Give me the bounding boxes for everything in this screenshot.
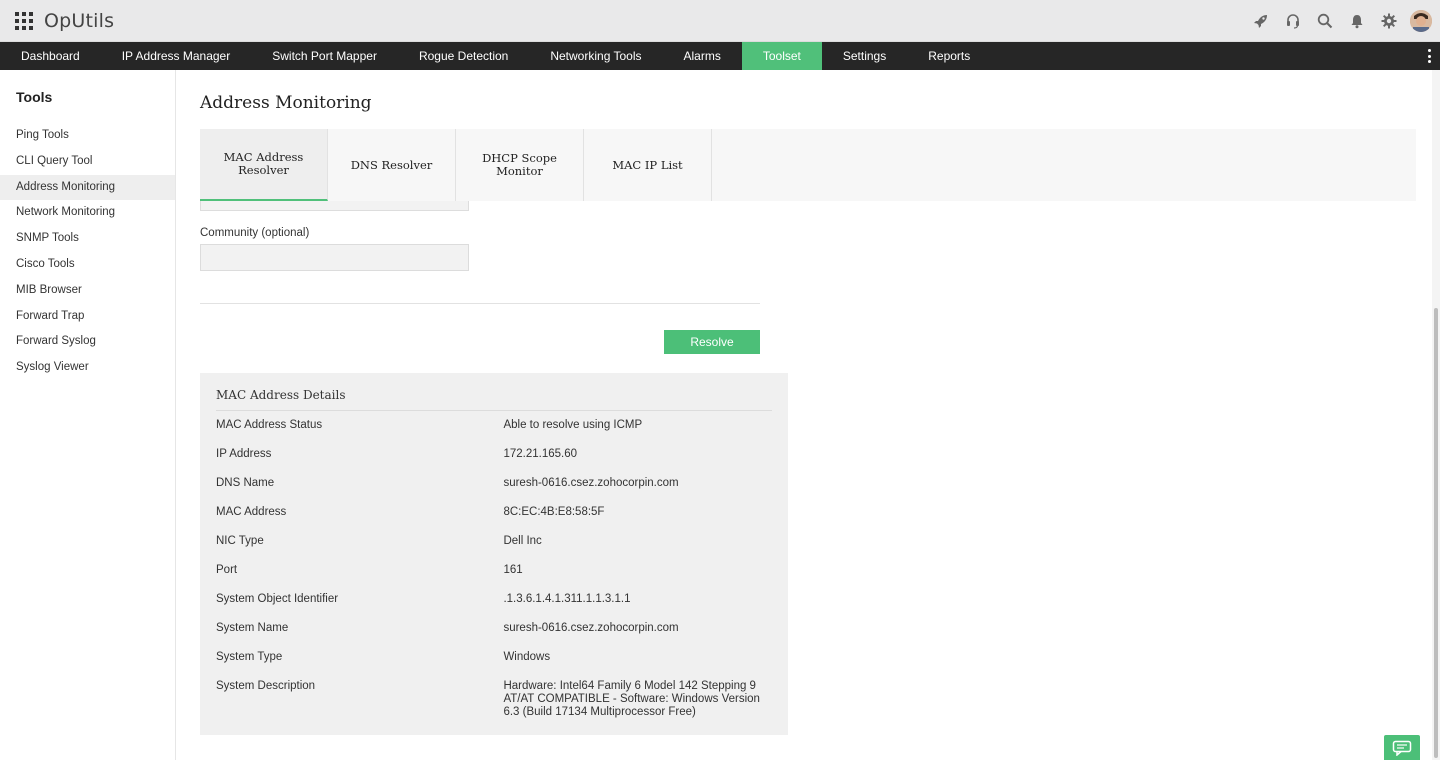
details-divider	[216, 410, 772, 411]
nav-rogue-detection[interactable]: Rogue Detection	[398, 42, 529, 70]
detail-value: Dell Inc	[503, 535, 542, 547]
sidebar-item-mib-browser[interactable]: MIB Browser	[0, 278, 175, 304]
detail-key: System Name	[216, 622, 289, 634]
app-title: OpUtils	[44, 9, 115, 32]
more-menu-icon[interactable]	[1428, 49, 1432, 63]
main-nav: Dashboard IP Address Manager Switch Port…	[0, 42, 1440, 70]
detail-value: 172.21.165.60	[503, 448, 577, 460]
avatar[interactable]	[1410, 10, 1432, 32]
tab-mac-address-resolver[interactable]: MAC Address Resolver	[200, 129, 328, 201]
nav-switch-port-mapper[interactable]: Switch Port Mapper	[251, 42, 398, 70]
detail-value: Windows	[503, 651, 551, 663]
detail-key: MAC Address Status	[216, 419, 323, 431]
detail-row: System Object Identifier .1.3.6.1.4.1.31…	[216, 593, 772, 606]
bell-icon[interactable]	[1348, 12, 1366, 30]
sidebar-item-cli-query-tool[interactable]: CLI Query Tool	[0, 149, 175, 175]
tab-dhcp-scope-monitor[interactable]: DHCP Scope Monitor	[456, 129, 584, 201]
tab-mac-ip-list[interactable]: MAC IP List	[584, 129, 712, 201]
sidebar-item-syslog-viewer[interactable]: Syslog Viewer	[0, 355, 175, 381]
sidebar-item-address-monitoring[interactable]: Address Monitoring	[0, 174, 175, 201]
gear-icon[interactable]	[1380, 12, 1398, 30]
detail-row: System Name suresh-0616.csez.zohocorpin.…	[216, 622, 772, 635]
detail-value: .1.3.6.1.4.1.311.1.1.3.1.1	[503, 593, 631, 605]
resolve-button[interactable]: Resolve	[664, 330, 760, 354]
detail-value: Hardware: Intel64 Family 6 Model 142 Ste…	[503, 680, 760, 718]
detail-row: DNS Name suresh-0616.csez.zohocorpin.com	[216, 477, 772, 490]
sidebar-item-forward-trap[interactable]: Forward Trap	[0, 304, 175, 330]
sidebar-list: Ping Tools CLI Query Tool Address Monito…	[0, 123, 175, 381]
detail-key: DNS Name	[216, 477, 275, 489]
detail-value: suresh-0616.csez.zohocorpin.com	[503, 477, 679, 489]
detail-row: MAC Address Status Able to resolve using…	[216, 419, 772, 432]
nav-networking-tools[interactable]: Networking Tools	[529, 42, 662, 70]
detail-value: 161	[503, 564, 523, 576]
address-input-partial[interactable]	[200, 201, 469, 211]
search-icon[interactable]	[1316, 12, 1334, 30]
detail-key: IP Address	[216, 448, 272, 460]
nav-alarms[interactable]: Alarms	[663, 42, 742, 70]
detail-key: Port	[216, 564, 238, 576]
detail-key: MAC Address	[216, 506, 287, 518]
detail-row: IP Address 172.21.165.60	[216, 448, 772, 461]
chat-button[interactable]	[1384, 735, 1420, 760]
nav-settings[interactable]: Settings	[822, 42, 907, 70]
detail-row: MAC Address 8C:EC:4B:E8:58:5F	[216, 506, 772, 519]
nav-toolset[interactable]: Toolset	[741, 42, 822, 70]
tool-tabs: MAC Address Resolver DNS Resolver DHCP S…	[200, 129, 1416, 201]
header-icons	[1238, 0, 1432, 42]
rocket-icon[interactable]	[1252, 12, 1270, 30]
sidebar: Tools Ping Tools CLI Query Tool Address …	[0, 70, 176, 760]
community-label: Community (optional)	[200, 227, 310, 239]
chat-icon	[1392, 740, 1412, 756]
sidebar-title: Tools	[16, 89, 53, 105]
detail-key: System Object Identifier	[216, 593, 339, 605]
detail-row: System Type Windows	[216, 651, 772, 664]
detail-key: System Type	[216, 651, 283, 663]
tab-dns-resolver[interactable]: DNS Resolver	[328, 129, 456, 201]
nav-ip-address-manager[interactable]: IP Address Manager	[101, 42, 252, 70]
nav-dashboard[interactable]: Dashboard	[0, 42, 101, 70]
detail-value: suresh-0616.csez.zohocorpin.com	[503, 622, 679, 634]
details-title: MAC Address Details	[216, 388, 346, 402]
headset-icon[interactable]	[1284, 12, 1302, 30]
nav-reports[interactable]: Reports	[907, 42, 991, 70]
sidebar-item-cisco-tools[interactable]: Cisco Tools	[0, 252, 175, 278]
detail-value: Able to resolve using ICMP	[503, 419, 643, 431]
detail-row: System Description Hardware: Intel64 Fam…	[216, 680, 772, 719]
mac-address-details-panel: MAC Address Details MAC Address Status A…	[200, 373, 788, 735]
sidebar-item-forward-syslog[interactable]: Forward Syslog	[0, 329, 175, 355]
apps-grid-icon[interactable]	[15, 11, 33, 30]
detail-key: System Description	[216, 680, 316, 692]
community-input[interactable]	[200, 244, 469, 271]
detail-row: Port 161	[216, 564, 772, 577]
detail-key: NIC Type	[216, 535, 264, 547]
detail-value: 8C:EC:4B:E8:58:5F	[503, 506, 605, 518]
sidebar-item-ping-tools[interactable]: Ping Tools	[0, 123, 175, 149]
page-title: Address Monitoring	[200, 93, 372, 113]
sidebar-item-network-monitoring[interactable]: Network Monitoring	[0, 200, 175, 226]
form-divider	[200, 303, 760, 304]
top-header: OpUtils	[0, 0, 1440, 42]
detail-row: NIC Type Dell Inc	[216, 535, 772, 548]
scrollbar-thumb[interactable]	[1434, 308, 1438, 758]
sidebar-item-snmp-tools[interactable]: SNMP Tools	[0, 226, 175, 252]
